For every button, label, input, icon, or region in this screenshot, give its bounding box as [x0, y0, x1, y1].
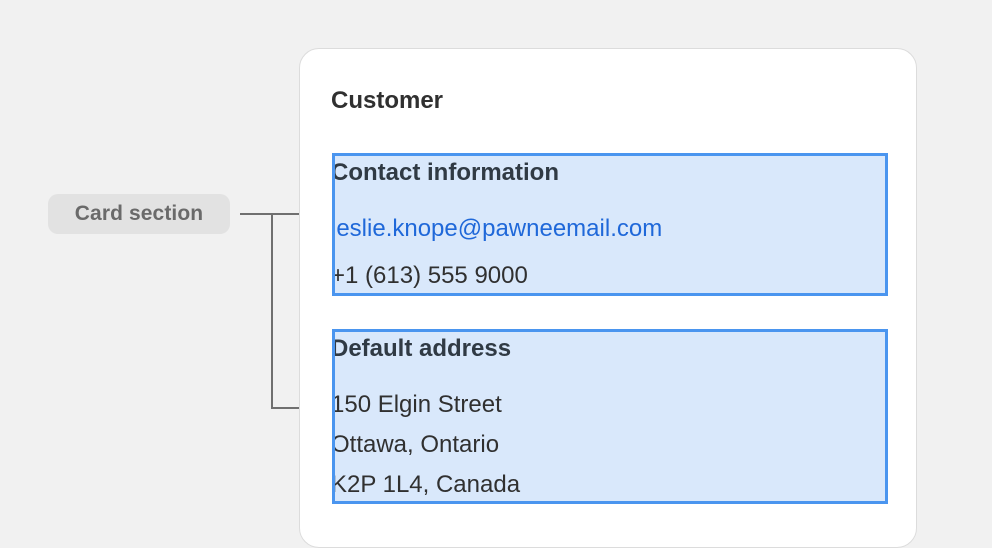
address-line-postal: K2P 1L4, Canada: [332, 471, 521, 498]
customer-card: Customer Contact information leslie.knop…: [299, 48, 917, 548]
contact-information-heading: Contact information: [332, 159, 559, 186]
default-address-section: Default address 150 Elgin Street Ottawa,…: [332, 329, 888, 504]
address-line-street: 150 Elgin Street: [332, 391, 502, 418]
address-line-city: Ottawa, Ontario: [332, 431, 500, 458]
card-title: Customer: [331, 87, 444, 114]
card-section-annotation: Card section: [48, 194, 230, 234]
customer-phone: +1 (613) 555 9000: [332, 262, 528, 289]
contact-information-section: Contact information leslie.knope@pawneem…: [332, 153, 888, 296]
default-address-heading: Default address: [332, 335, 512, 362]
customer-email-link[interactable]: leslie.knope@pawneemail.com: [335, 215, 662, 243]
